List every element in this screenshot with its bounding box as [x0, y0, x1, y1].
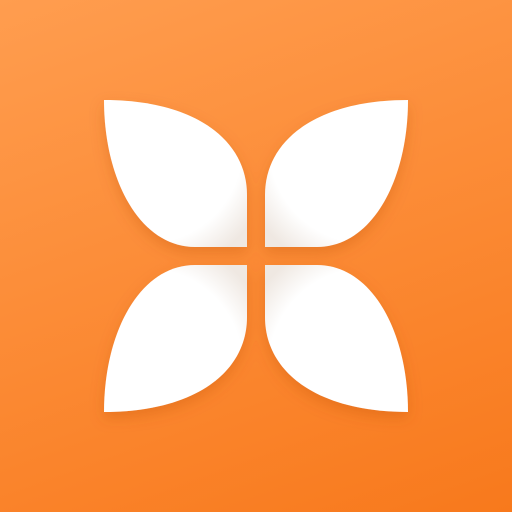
petal-top-right: [265, 100, 408, 247]
four-petal-flower-icon: [104, 100, 408, 412]
petal-top-left: [104, 100, 247, 247]
petal-bottom-left: [104, 265, 247, 412]
app-icon[interactable]: [0, 0, 512, 512]
petal-bottom-right: [265, 265, 408, 412]
